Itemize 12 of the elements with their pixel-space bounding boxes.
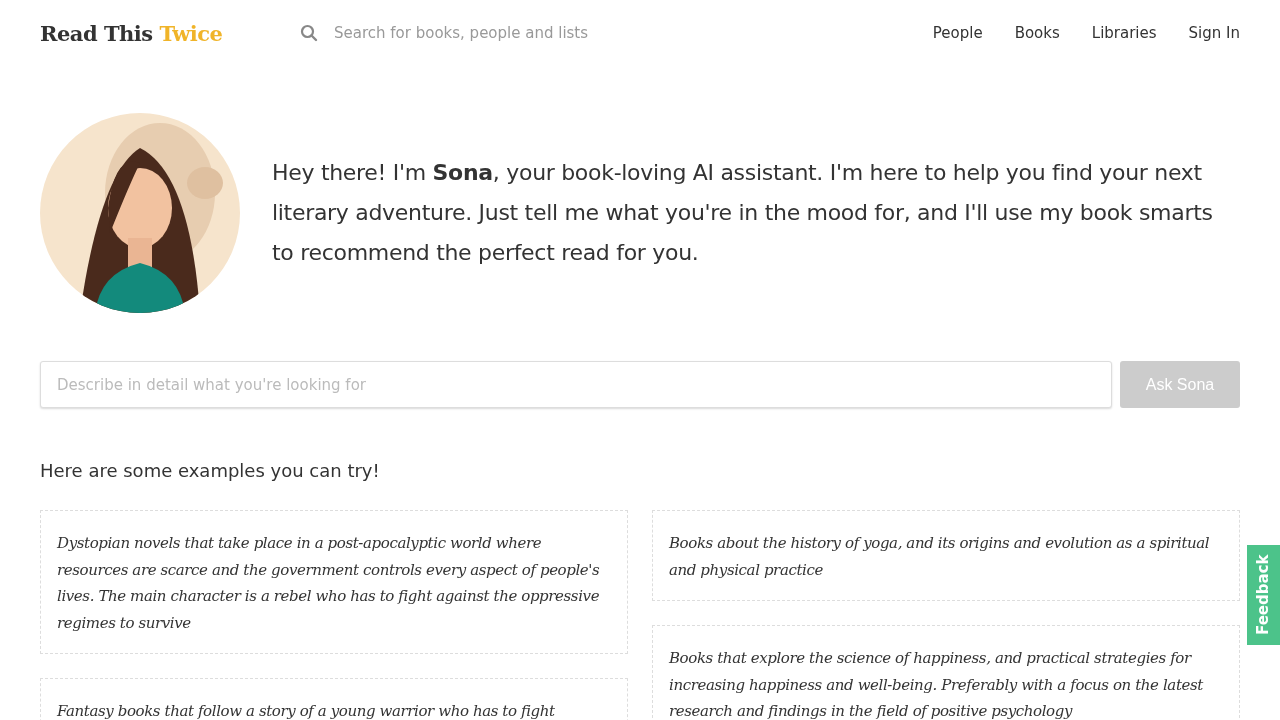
search-icon bbox=[300, 24, 318, 42]
nav-link[interactable]: People bbox=[932, 24, 983, 42]
example-card[interactable]: Dystopian novels that take place in a post-apocalyptic world where resources are scarce and the government controls every aspect of people's lives. The main character is a rebel who has to fight against the oppressive regimes to survive bbox=[40, 510, 628, 654]
example-card[interactable]: Fantasy books that follow a story of a young warrior who has to fight bbox=[40, 678, 628, 720]
example-card[interactable]: Books that explore the science of happiness, and practical strategies for increasing happiness and well-being. Preferably with a focus on the latest research and findings in the field of positive psychology bbox=[652, 625, 1240, 720]
logo[interactable]: Read This Twice bbox=[40, 20, 300, 46]
intro-text: Hey there! I'm Sona, your book-loving AI assistant. I'm here to help you find your next literary adventure. Just tell me what you're in the mood for, and I'll use my book smarts to recommend the perfect read for you. bbox=[272, 159, 1214, 267]
examples-heading: Here are some examples you can try! bbox=[40, 460, 381, 481]
nav-link[interactable]: Libraries bbox=[1091, 24, 1157, 42]
nav-link[interactable]: Sign In bbox=[1188, 24, 1240, 42]
example-card[interactable]: Books about the history of yoga, and its origins and evolution as a spiritual and physical practice bbox=[652, 510, 1240, 601]
nav-link[interactable]: Books bbox=[1014, 24, 1060, 42]
